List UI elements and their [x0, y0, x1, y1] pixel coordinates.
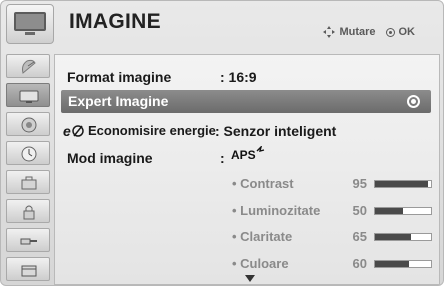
svg-text:e: e — [63, 124, 71, 138]
ok-icon — [385, 27, 395, 37]
picture-menu-icon — [6, 4, 54, 44]
sidebar-item-lock[interactable] — [6, 199, 50, 223]
speaker-icon — [21, 117, 37, 133]
sidebar-item-usb[interactable] — [6, 257, 50, 281]
format-value: : 16:9 — [220, 69, 257, 85]
setting-level-bar[interactable] — [374, 260, 432, 268]
sidebar-item-audio[interactable] — [6, 112, 50, 136]
usb-media-icon — [21, 265, 37, 277]
expert-label: Expert Imagine — [68, 93, 169, 109]
picture-monitor-icon — [19, 90, 39, 103]
menu-header: IMAGINE Mutare OK — [1, 1, 443, 48]
setting-level-bar[interactable] — [374, 233, 432, 241]
setting-level-fill — [375, 234, 412, 240]
setting-level-fill — [375, 261, 409, 267]
move-hint: Mutare — [339, 26, 376, 38]
radio-selected-icon — [407, 95, 420, 108]
energy-saving-icon: e — [63, 124, 84, 138]
setting-label[interactable]: • Contrast — [232, 176, 294, 191]
setting-level-bar[interactable] — [374, 180, 432, 188]
svg-text:APS: APS — [231, 148, 256, 162]
setting-level-fill — [375, 181, 429, 187]
energy-label: Economisire energie — [88, 123, 216, 138]
setting-label[interactable]: • Culoare — [232, 256, 289, 271]
lock-icon — [23, 205, 35, 220]
navigation-arrows-icon — [323, 26, 336, 38]
picture-mode-label[interactable]: Mod imagine — [67, 150, 153, 166]
toolbox-icon — [21, 176, 37, 190]
setting-value: 60 — [352, 256, 367, 271]
scroll-down-arrow-icon[interactable] — [245, 275, 255, 282]
sidebar-item-picture[interactable] — [6, 83, 50, 107]
setting-level-bar[interactable] — [374, 207, 432, 215]
input-plug-icon — [20, 238, 37, 245]
setting-level-fill — [375, 208, 403, 214]
expert-picture-item[interactable]: Expert Imagine — [61, 90, 431, 113]
sidebar-item-time[interactable] — [6, 141, 50, 165]
format-label[interactable]: Format imagine — [67, 69, 171, 85]
clock-icon — [21, 146, 37, 162]
setting-value: 95 — [352, 176, 367, 191]
ok-hint: OK — [398, 26, 416, 38]
page-title: IMAGINE — [69, 10, 161, 33]
picture-mode-colon: : — [220, 150, 225, 166]
satellite-dish-icon — [22, 59, 36, 74]
sidebar-item-input[interactable] — [6, 228, 50, 252]
energy-value: : Senzor inteligent — [215, 123, 337, 139]
sidebar-item-option[interactable] — [6, 170, 50, 194]
sidebar-item-setup[interactable] — [6, 54, 50, 78]
help-hints: Mutare OK — [323, 26, 415, 38]
setting-value: 65 — [352, 229, 367, 244]
aps-logo: APS — [231, 144, 269, 171]
setting-value: 50 — [352, 203, 367, 218]
category-sidebar — [6, 54, 50, 285]
energy-saving-item[interactable]: e Economisire energie — [63, 123, 216, 138]
setting-label[interactable]: • Claritate — [232, 229, 292, 244]
tv-menu-screen: IMAGINE Mutare OK Format imagine: 16:9 … — [0, 0, 444, 286]
setting-label[interactable]: • Luminozitate — [232, 203, 320, 218]
